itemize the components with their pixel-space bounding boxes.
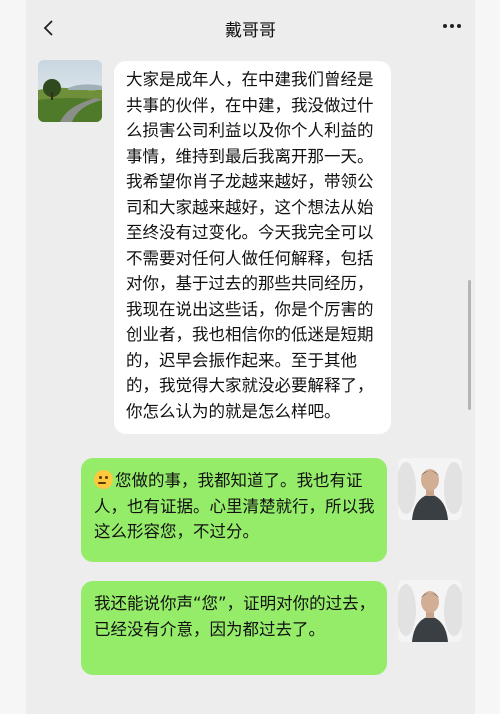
person-avatar-image: [398, 458, 462, 520]
left-margin: [0, 0, 26, 714]
chat-title: 戴哥哥: [225, 20, 276, 41]
thinking-face-emoji: [94, 470, 113, 489]
self-avatar[interactable]: [398, 580, 462, 642]
message-text: 我还能说你声“您”，证明对你的过去，已经没有介意，因为都过去了。: [94, 594, 376, 639]
scrollbar[interactable]: [468, 280, 471, 410]
chevron-left-icon[interactable]: [40, 16, 58, 40]
outgoing-message-bubble[interactable]: 我还能说你声“您”，证明对你的过去，已经没有介意，因为都过去了。: [81, 581, 387, 675]
incoming-message-bubble[interactable]: 大家是成年人，在中建我们曾经是共事的伙伴，在中建，我没做过什么损害公司利益以及你…: [114, 61, 391, 434]
landscape-avatar-image: [38, 60, 102, 122]
message-text: 大家是成年人，在中建我们曾经是共事的伙伴，在中建，我没做过什么损害公司利益以及你…: [126, 70, 374, 421]
self-avatar[interactable]: [398, 458, 462, 520]
outgoing-message-bubble[interactable]: 您做的事，我都知道了。我也有证人，也有证据。心里清楚就行，所以我这么形容您，不过…: [81, 458, 387, 562]
more-dots-icon[interactable]: [443, 24, 461, 28]
message-text: 您做的事，我都知道了。我也有证人，也有证据。心里清楚就行，所以我这么形容您，不过…: [94, 471, 375, 541]
contact-avatar[interactable]: [38, 60, 102, 122]
person-avatar-image: [398, 580, 462, 642]
right-margin: [475, 0, 500, 714]
chat-header: 戴哥哥: [26, 0, 475, 56]
